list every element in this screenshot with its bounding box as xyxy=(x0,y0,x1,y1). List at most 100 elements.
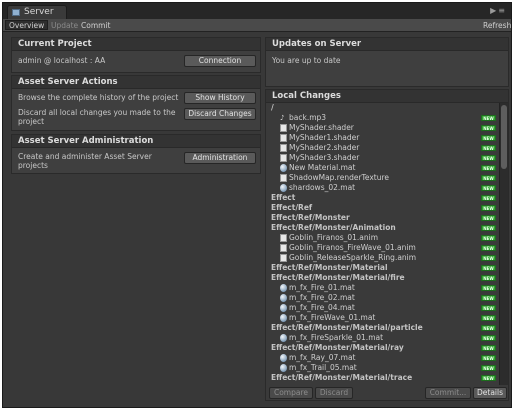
connection-button[interactable]: Connection xyxy=(184,55,256,67)
new-badge: NEW xyxy=(481,375,496,381)
folder-row[interactable]: Effect/Ref/Monster/Animation NEW xyxy=(267,223,499,233)
row-label: New Material.mat xyxy=(289,163,356,172)
audio-icon: ♪ xyxy=(280,114,285,122)
new-badge: NEW xyxy=(481,235,496,241)
connection-text: admin @ localhost : AA xyxy=(18,56,106,65)
asset-server-actions-heading: Asset Server Actions xyxy=(18,77,118,87)
asset-row[interactable]: MyShader3.shader NEW xyxy=(267,153,499,163)
row-label: Effect/Ref/Monster xyxy=(271,213,350,222)
new-badge: NEW xyxy=(481,295,496,301)
row-label: Goblin_ReleaseSparkle_Ring.anim xyxy=(289,253,417,262)
discard-changes-button[interactable]: Discard Changes xyxy=(184,108,256,120)
file-icon xyxy=(280,234,287,242)
material-sphere-icon xyxy=(280,304,287,312)
asset-row[interactable]: ♪ back.mp3 NEW xyxy=(267,113,499,123)
folder-row[interactable]: Effect/Ref/Monster/Material NEW xyxy=(267,263,499,273)
asset-row[interactable]: shardows_02.mat NEW xyxy=(267,183,499,193)
file-icon xyxy=(280,154,287,162)
update-button[interactable]: Update xyxy=(51,21,78,30)
row-label: m_fx_FireSparkle_01.mat xyxy=(289,333,384,342)
local-changes-list[interactable]: / ♪ back.mp3 NEW MyShader.shader NEW MyShader1… xyxy=(267,103,499,385)
asset-row[interactable]: m_fx_FireWave_01.mat NEW xyxy=(267,313,499,323)
asset-row[interactable]: m_fx_Fire_01.mat NEW xyxy=(267,283,499,293)
folder-row[interactable]: Effect/Ref/Monster/Material/particle NEW xyxy=(267,323,499,333)
file-icon xyxy=(280,124,287,132)
asset-server-admin-heading: Asset Server Administration xyxy=(18,136,154,146)
asset-server-window: Server ▶≡ Overview Update Commit Refresh… xyxy=(2,2,512,408)
administration-button[interactable]: Administration xyxy=(184,152,256,164)
asset-row[interactable]: MyShader.shader NEW xyxy=(267,123,499,133)
commit-dialog-button[interactable]: Commit... xyxy=(425,387,471,399)
commit-button[interactable]: Commit xyxy=(81,21,110,30)
folder-row[interactable]: / xyxy=(267,103,499,113)
tab-server-label: Server xyxy=(24,7,54,17)
new-badge: NEW xyxy=(481,315,496,321)
file-icon xyxy=(280,244,287,252)
local-changes-scrollbar[interactable] xyxy=(499,103,508,385)
row-label: shardows_02.mat xyxy=(289,183,356,192)
show-history-button[interactable]: Show History xyxy=(184,92,256,104)
new-badge: NEW xyxy=(481,165,496,171)
asset-row[interactable]: m_fx_Fire_02.mat NEW xyxy=(267,293,499,303)
asset-row[interactable]: MyShader2.shader NEW xyxy=(267,143,499,153)
asset-row[interactable]: ShadowMap.renderTexture NEW xyxy=(267,173,499,183)
folder-row[interactable]: Effect NEW xyxy=(267,193,499,203)
row-label: MyShader3.shader xyxy=(289,153,360,162)
overview-button[interactable]: Overview xyxy=(5,20,49,30)
server-icon xyxy=(12,9,20,16)
asset-row[interactable]: Goblin_ReleaseSparkle_Ring.anim NEW xyxy=(267,253,499,263)
new-badge: NEW xyxy=(481,115,496,121)
discard-changes-text: Discard all local changes you made to th… xyxy=(18,108,176,126)
row-label: MyShader1.shader xyxy=(289,133,360,142)
title-bar: Server ▶≡ xyxy=(3,3,511,19)
window-controls-icon[interactable]: ▶≡ xyxy=(490,6,507,15)
folder-row[interactable]: Effect/Ref/Monster/Material/trace NEW xyxy=(267,373,499,383)
discard-button[interactable]: Discard xyxy=(315,387,353,399)
asset-row[interactable]: m_fx_Ray_07.mat NEW xyxy=(267,353,499,363)
asset-row[interactable]: Goblin_Firanos_01.anim NEW xyxy=(267,233,499,243)
asset-server-admin-header: Asset Server Administration xyxy=(12,135,260,148)
row-label: Goblin_Firanos_FireWave_01.anim xyxy=(289,243,416,252)
folder-row[interactable]: Effect/Ref/Monster/Material/ray NEW xyxy=(267,343,499,353)
details-button[interactable]: Details xyxy=(473,387,507,399)
folder-row[interactable]: Effect/Ref NEW xyxy=(267,203,499,213)
asset-row[interactable]: m_fx_Trail_05.mat NEW xyxy=(267,363,499,373)
scrollbar-thumb[interactable] xyxy=(501,105,507,169)
material-sphere-icon xyxy=(280,294,287,302)
local-changes-footer: Compare Discard Commit... Details xyxy=(267,386,509,401)
asset-row[interactable]: m_fx_Fire_04.mat NEW xyxy=(267,303,499,313)
new-badge: NEW xyxy=(481,335,496,341)
file-icon xyxy=(280,174,287,182)
row-label: Effect/Ref/Monster/Animation xyxy=(271,223,396,232)
new-badge: NEW xyxy=(481,245,496,251)
current-project-panel: Current Project admin @ localhost : AA C… xyxy=(11,37,261,73)
asset-server-admin-panel: Asset Server Administration Create and a… xyxy=(11,134,261,174)
row-label: Effect/Ref/Monster/Material/ray xyxy=(271,343,404,352)
current-project-heading: Current Project xyxy=(18,39,92,49)
new-badge: NEW xyxy=(481,125,496,131)
row-label: back.mp3 xyxy=(289,113,327,122)
new-badge: NEW xyxy=(481,265,496,271)
asset-row[interactable]: m_fx_FireSparkle_01.mat NEW xyxy=(267,333,499,343)
asset-server-actions-panel: Asset Server Actions Browse the complete… xyxy=(11,75,261,131)
row-label: m_fx_Fire_02.mat xyxy=(289,293,355,302)
folder-row[interactable]: Effect/Ref/Monster/Material/fire NEW xyxy=(267,273,499,283)
asset-row[interactable]: New Material.mat NEW xyxy=(267,163,499,173)
row-label: m_fx_Fire_01.mat xyxy=(289,283,355,292)
asset-row[interactable]: MyShader1.shader NEW xyxy=(267,133,499,143)
folder-row[interactable]: Effect/Ref/Monster NEW xyxy=(267,213,499,223)
new-badge: NEW xyxy=(481,275,496,281)
asset-row[interactable]: Goblin_Firanos_FireWave_01.anim NEW xyxy=(267,243,499,253)
tab-server[interactable]: Server xyxy=(7,5,67,19)
refresh-button[interactable]: Refresh xyxy=(483,21,511,30)
row-label: Effect xyxy=(271,193,296,202)
material-sphere-icon xyxy=(280,164,287,172)
compare-button[interactable]: Compare xyxy=(269,387,313,399)
material-sphere-icon xyxy=(280,284,287,292)
new-badge: NEW xyxy=(481,255,496,261)
row-label: Effect/Ref/Monster/Material/fire xyxy=(271,273,405,282)
row-label: m_fx_FireWave_01.mat xyxy=(289,313,376,322)
administration-text: Create and administer Asset Server proje… xyxy=(18,152,152,170)
new-badge: NEW xyxy=(481,355,496,361)
new-badge: NEW xyxy=(481,365,496,371)
